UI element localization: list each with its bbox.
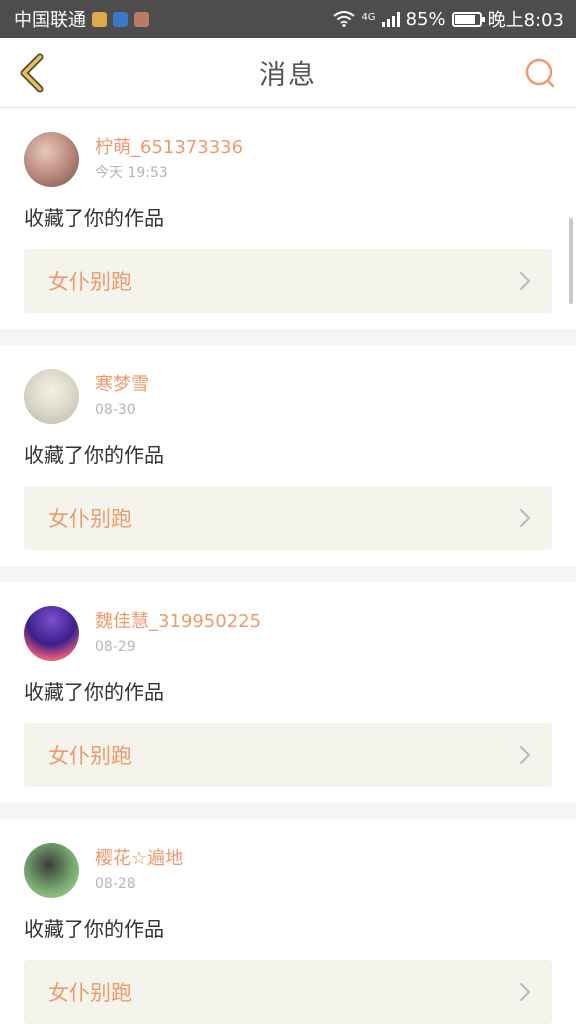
wifi-icon — [333, 11, 356, 27]
message-time: 08-30 — [95, 401, 136, 418]
search-button[interactable] — [522, 56, 558, 92]
network-type: 4G — [361, 12, 376, 23]
work-link[interactable]: 女仆别跑 — [24, 486, 552, 550]
message-header: 魏佳慧_319950225 08-29 — [24, 606, 552, 661]
battery-percent: 85% — [405, 8, 446, 30]
chevron-left-icon — [20, 53, 44, 93]
avatar[interactable] — [24, 132, 79, 187]
user-name[interactable]: 魏佳慧_319950225 — [95, 610, 261, 634]
user-info: 寒梦雪 08-30 — [95, 373, 149, 421]
user-name[interactable]: 柠萌_651373336 — [95, 136, 243, 160]
user-name[interactable]: 寒梦雪 — [95, 373, 149, 397]
message-card: 柠萌_651373336 今天 19:53 收藏了你的作品 女仆别跑 — [0, 108, 576, 329]
user-info: 柠萌_651373336 今天 19:53 — [95, 136, 243, 184]
chevron-right-icon — [520, 746, 530, 764]
message-header: 寒梦雪 08-30 — [24, 369, 552, 424]
message-time: 08-28 — [95, 875, 136, 892]
page-title: 消息 — [259, 60, 317, 91]
action-text: 收藏了你的作品 — [24, 206, 164, 230]
avatar[interactable] — [24, 843, 79, 898]
battery-icon — [451, 11, 485, 27]
chevron-right-icon — [520, 509, 530, 527]
message-header: 柠萌_651373336 今天 19:53 — [24, 132, 552, 187]
action-text: 收藏了你的作品 — [24, 443, 164, 467]
scrollbar[interactable] — [569, 218, 573, 304]
work-link[interactable]: 女仆别跑 — [24, 960, 552, 1024]
user-info: 魏佳慧_319950225 08-29 — [95, 610, 261, 658]
message-list[interactable]: 柠萌_651373336 今天 19:53 收藏了你的作品 女仆别跑 寒梦雪 0… — [0, 108, 576, 1024]
action-text: 收藏了你的作品 — [24, 680, 164, 704]
message-time: 08-29 — [95, 638, 136, 655]
carrier-label: 中国联通 — [14, 10, 86, 31]
work-title: 女仆别跑 — [48, 507, 132, 531]
user-name[interactable]: 樱花☆遍地 — [95, 847, 183, 871]
work-title: 女仆别跑 — [48, 744, 132, 768]
avatar[interactable] — [24, 606, 79, 661]
work-title: 女仆别跑 — [48, 270, 132, 294]
notification-app-icon — [92, 11, 107, 27]
action-text: 收藏了你的作品 — [24, 917, 164, 941]
avatar[interactable] — [24, 369, 79, 424]
message-time: 今天 19:53 — [95, 164, 168, 181]
shield-app-icon — [113, 11, 128, 27]
work-link[interactable]: 女仆别跑 — [24, 249, 552, 313]
user-info: 樱花☆遍地 08-28 — [95, 847, 183, 895]
nav-bar: 消息 — [0, 38, 576, 108]
work-link[interactable]: 女仆别跑 — [24, 723, 552, 787]
chevron-right-icon — [520, 272, 530, 290]
back-button[interactable] — [12, 52, 52, 94]
message-card: 樱花☆遍地 08-28 收藏了你的作品 女仆别跑 — [0, 819, 576, 1024]
message-card: 寒梦雪 08-30 收藏了你的作品 女仆别跑 — [0, 345, 576, 566]
chevron-right-icon — [520, 983, 530, 1001]
status-left: 中国联通 — [14, 6, 149, 32]
search-icon — [525, 58, 555, 88]
message-header: 樱花☆遍地 08-28 — [24, 843, 552, 898]
status-right: 4G 85% 晚上8:03 — [333, 6, 564, 32]
message-card: 魏佳慧_319950225 08-29 收藏了你的作品 女仆别跑 — [0, 582, 576, 803]
gallery-app-icon — [134, 11, 149, 27]
work-title: 女仆别跑 — [48, 981, 132, 1005]
signal-icon — [381, 11, 400, 27]
clock: 晚上8:03 — [487, 10, 564, 31]
status-bar: 中国联通 4G 85% 晚上8:03 — [0, 0, 576, 38]
